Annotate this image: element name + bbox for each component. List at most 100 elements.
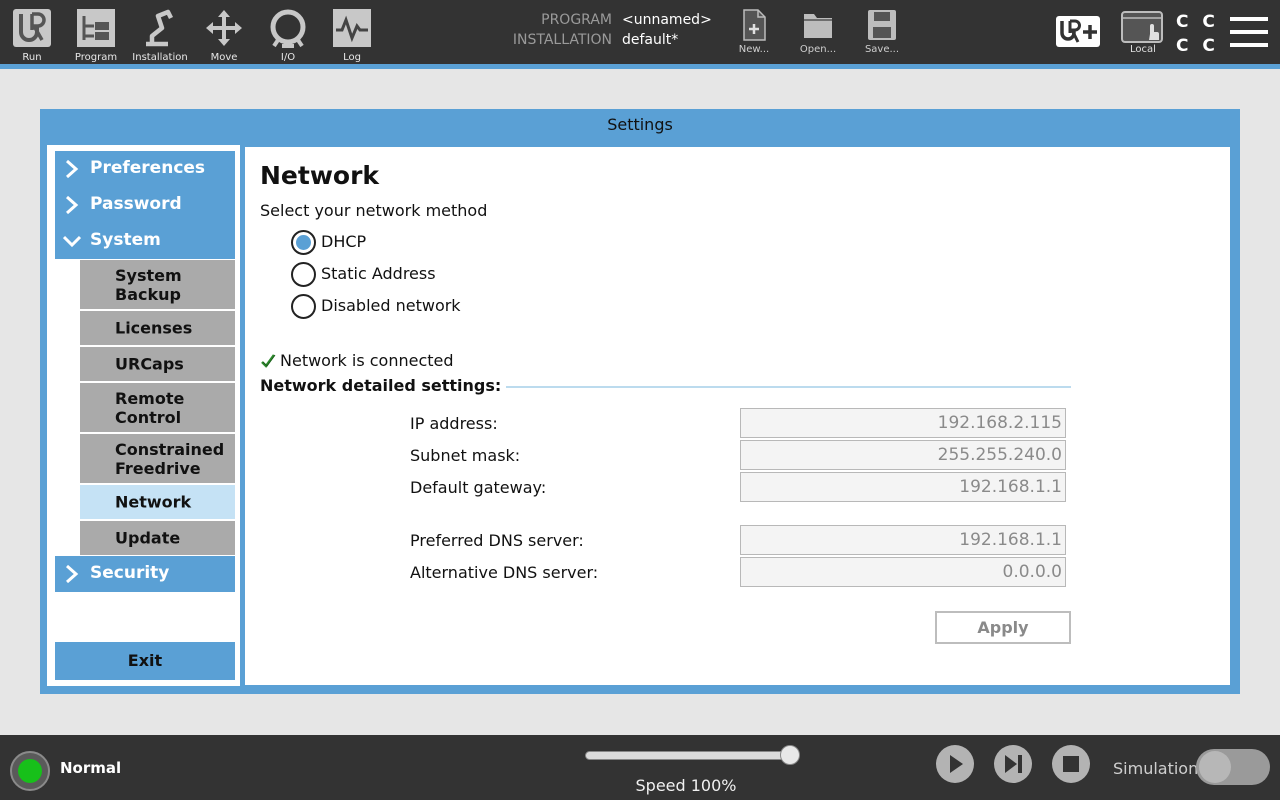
- sidebar-subitem-label: Remote Control: [115, 388, 185, 427]
- chevron-right-icon: [66, 195, 79, 215]
- alternative-dns-label: Alternative DNS server:: [410, 563, 599, 582]
- chevron-down-icon: [63, 235, 81, 248]
- sidebar-subitem-label: Licenses: [115, 318, 193, 338]
- bottom-status-bar: Normal Speed 100% Simulation: [0, 735, 1280, 800]
- new-button[interactable]: New...: [729, 6, 779, 62]
- sidebar-item-preferences[interactable]: Preferences: [55, 151, 235, 187]
- io-tab[interactable]: I/O: [260, 4, 316, 64]
- dialog-title: Settings: [607, 115, 673, 134]
- step-button[interactable]: [994, 745, 1032, 783]
- speed-label: Speed 100%: [635, 776, 737, 795]
- save-button[interactable]: Save...: [857, 6, 907, 62]
- robot-arm-icon: [146, 9, 174, 47]
- sidebar-subitem-system-backup[interactable]: System Backup: [80, 260, 235, 309]
- ip-address-field[interactable]: 192.168.2.115: [740, 408, 1066, 438]
- sidebar-subitem-label: System Backup: [115, 265, 182, 304]
- sidebar-subitem-network[interactable]: Network: [80, 485, 235, 519]
- sidebar-item-label: Preferences: [90, 158, 206, 178]
- step-forward-icon: [1005, 755, 1022, 773]
- radio-button[interactable]: [291, 294, 316, 319]
- local-mode-button[interactable]: Local: [1118, 6, 1168, 62]
- installation-key-label: INSTALLATION: [512, 32, 612, 48]
- preferred-dns-label: Preferred DNS server:: [410, 531, 584, 550]
- top-header-bar: Run Program Installation Move I/O Log PR…: [0, 0, 1280, 64]
- subnet-mask-field[interactable]: 255.255.240.0: [740, 440, 1066, 470]
- stop-button[interactable]: [1052, 745, 1090, 783]
- subnet-mask-label: Subnet mask:: [410, 446, 521, 465]
- open-button[interactable]: Open...: [793, 6, 843, 62]
- new-file-icon: [743, 9, 766, 41]
- play-icon: [950, 755, 963, 773]
- default-gateway-field[interactable]: 192.168.1.1: [740, 472, 1066, 502]
- settings-dialog: Settings Preferences Password System Sys…: [40, 109, 1240, 694]
- sidebar-subitem-update[interactable]: Update: [80, 521, 235, 555]
- io-icon: [270, 9, 306, 48]
- program-name: <unnamed>: [622, 12, 712, 28]
- local-tablet-icon: [1121, 11, 1163, 43]
- sidebar-subitem-label: Network: [115, 492, 192, 512]
- sidebar-subitem-licenses[interactable]: Licenses: [80, 311, 235, 345]
- open-button-label: Open...: [799, 44, 837, 55]
- log-graph-icon: [333, 9, 371, 47]
- robot-status-indicator-icon[interactable]: [10, 751, 50, 791]
- header-accent-line: [0, 64, 1280, 69]
- chevron-right-icon: [66, 159, 79, 179]
- details-heading: Network detailed settings:: [260, 376, 502, 395]
- installation-tab[interactable]: Installation: [132, 4, 188, 64]
- page-title: Network: [260, 161, 380, 190]
- io-tab-label: I/O: [280, 52, 296, 63]
- details-divider: [506, 386, 1071, 388]
- move-tab[interactable]: Move: [196, 4, 252, 64]
- hamburger-menu-icon[interactable]: [1228, 14, 1270, 50]
- simulation-label: Simulation: [1113, 759, 1199, 778]
- save-button-label: Save...: [864, 44, 900, 55]
- ur-logo-icon: [13, 9, 51, 47]
- sidebar-subitem-remote-control[interactable]: Remote Control: [80, 383, 235, 432]
- program-tab-label: Program: [74, 52, 118, 63]
- program-key-label: PROGRAM: [541, 12, 612, 28]
- radio-label: Disabled network: [321, 296, 461, 315]
- program-tab[interactable]: Program: [68, 4, 124, 64]
- radio-button-checked[interactable]: [291, 230, 316, 255]
- radio-disabled-network[interactable]: Disabled network: [291, 294, 491, 320]
- settings-sidebar: Preferences Password System System Backu…: [47, 145, 240, 686]
- radio-static-address[interactable]: Static Address: [291, 262, 471, 288]
- radio-button[interactable]: [291, 262, 316, 287]
- run-tab-label: Run: [22, 52, 42, 63]
- control-indicator: C C C C: [1176, 12, 1219, 56]
- sidebar-subitem-label: Constrained Freedrive: [115, 439, 225, 478]
- installation-name: default*: [622, 32, 679, 48]
- sidebar-subitem-urcaps[interactable]: URCaps: [80, 347, 235, 381]
- apply-button[interactable]: Apply: [935, 611, 1071, 644]
- speed-slider-handle[interactable]: [780, 745, 800, 765]
- sidebar-item-system[interactable]: System: [55, 223, 235, 259]
- radio-label: Static Address: [321, 264, 436, 283]
- exit-button[interactable]: Exit: [55, 642, 235, 680]
- checkmark-icon: [261, 354, 276, 368]
- sidebar-subitem-constrained-freedrive[interactable]: Constrained Freedrive: [80, 434, 235, 483]
- run-tab[interactable]: Run: [4, 4, 60, 64]
- sidebar-item-security[interactable]: Security: [55, 556, 235, 592]
- default-gateway-label: Default gateway:: [410, 478, 547, 497]
- open-folder-icon: [804, 14, 832, 38]
- local-mode-label: Local: [1130, 44, 1156, 55]
- sidebar-item-label: Security: [90, 563, 170, 583]
- installation-tab-label: Installation: [132, 52, 188, 63]
- speed-slider[interactable]: [585, 751, 795, 760]
- urplus-icon[interactable]: [1056, 16, 1100, 47]
- log-tab[interactable]: Log: [324, 4, 380, 64]
- alternative-dns-field[interactable]: 0.0.0.0: [740, 557, 1066, 587]
- ip-address-label: IP address:: [410, 414, 498, 433]
- save-icon: [868, 10, 896, 40]
- preferred-dns-field[interactable]: 192.168.1.1: [740, 525, 1066, 555]
- sidebar-item-password[interactable]: Password: [55, 187, 235, 223]
- radio-dhcp[interactable]: DHCP: [291, 230, 411, 256]
- simulation-toggle[interactable]: [1196, 749, 1270, 785]
- network-settings-panel: Network Select your network method DHCP …: [245, 147, 1230, 685]
- play-button[interactable]: [936, 745, 974, 783]
- sidebar-item-label: Password: [90, 194, 182, 214]
- log-tab-label: Log: [343, 52, 361, 63]
- radio-label: DHCP: [321, 232, 367, 251]
- chevron-right-icon: [66, 564, 79, 584]
- new-button-label: New...: [738, 44, 770, 55]
